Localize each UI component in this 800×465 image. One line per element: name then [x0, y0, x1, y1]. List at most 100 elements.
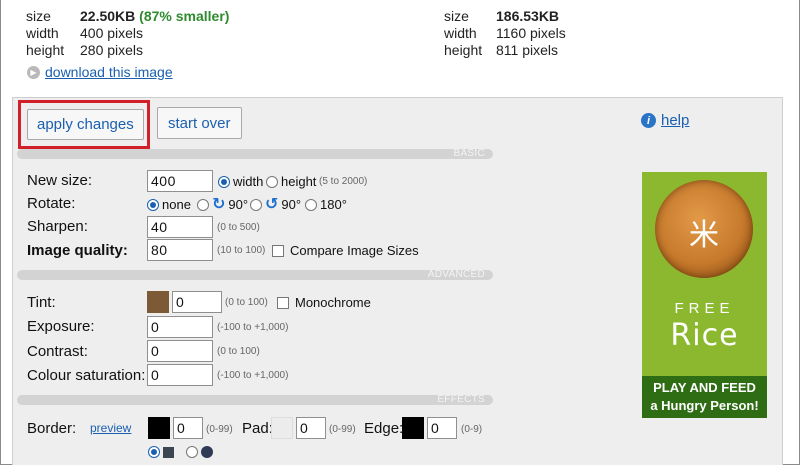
section-advanced: ADVANCED [17, 270, 493, 280]
border-label: Border: [27, 420, 77, 437]
colour-saturation-label: Colour saturation: [27, 367, 146, 384]
size-label: size [26, 8, 51, 24]
monochrome-label: Monochrome [295, 295, 371, 310]
height-radio[interactable] [266, 175, 278, 188]
rotate-90-ccw-label: 90° [281, 197, 302, 212]
height-option-label: height [281, 174, 317, 189]
pad-color-swatch[interactable] [271, 417, 293, 439]
border-width-input[interactable] [173, 417, 203, 439]
help-link-row[interactable]: i help [641, 112, 689, 129]
apply-highlight-box: apply changes [18, 100, 150, 149]
compare-sizes-option[interactable]: Compare Image Sizes [272, 243, 419, 258]
download-link[interactable]: download this image [45, 64, 173, 80]
border-range-hint: (0-99) [206, 424, 233, 435]
edge-color-swatch[interactable] [402, 417, 424, 439]
rotate-label: Rotate: [27, 195, 76, 212]
width-radio[interactable] [218, 175, 230, 188]
start-over-button[interactable]: start over [157, 107, 242, 139]
image-quality-label: Image quality: [27, 242, 128, 259]
sharpen-range-hint: (0 to 500) [217, 222, 260, 233]
exposure-label: Exposure: [27, 318, 95, 335]
rotate-180-label: 180° [320, 197, 347, 212]
colour-saturation-input[interactable] [147, 364, 213, 386]
width-label: width [444, 25, 477, 41]
exposure-input[interactable] [147, 316, 213, 338]
ad-free-text: FREE [674, 300, 735, 317]
square-corner-icon [163, 446, 174, 458]
ad-slogan-line-1: PLAY AND FEED [653, 380, 756, 395]
apply-changes-button[interactable]: apply changes [27, 109, 144, 140]
section-basic: BASIC [17, 149, 493, 159]
contrast-input[interactable] [147, 340, 213, 362]
border-color-swatch[interactable] [148, 417, 170, 439]
compare-sizes-label: Compare Image Sizes [290, 243, 419, 258]
rotate-none-option[interactable]: none [147, 197, 191, 212]
exposure-range-hint: (-100 to +1,000) [217, 322, 289, 333]
size-range-hint: (5 to 2000) [319, 176, 368, 187]
size-reduction-note: (87% smaller) [139, 8, 230, 24]
round-corner-option[interactable] [186, 446, 213, 458]
monochrome-checkbox[interactable] [277, 296, 289, 309]
pad-range-hint: (0-99) [329, 424, 356, 435]
new-size-label: New size: [27, 172, 93, 189]
rotate-180-option[interactable]: 180° [305, 197, 347, 212]
pad-width-input[interactable] [296, 417, 326, 439]
freerice-ad[interactable]: 米 FREE Rice PLAY AND FEED a Hungry Perso… [642, 172, 767, 418]
contrast-label: Contrast: [27, 343, 88, 360]
saturation-range-hint: (-100 to +1,000) [217, 370, 289, 381]
height-value: 280 pixels [80, 42, 144, 58]
round-corner-radio[interactable] [186, 446, 198, 458]
monochrome-option[interactable]: Monochrome [277, 295, 371, 310]
width-label: width [26, 25, 59, 41]
rice-bowl-image: 米 [655, 180, 753, 278]
page: size 22.50KB (87% smaller) width 400 pixel… [0, 0, 800, 465]
rotate-clockwise-icon: ↻ [212, 195, 226, 213]
square-corner-option[interactable] [148, 446, 174, 458]
border-preview-link[interactable]: preview [90, 421, 131, 435]
info-icon: i [641, 113, 656, 128]
width-value: 1160 pixels [496, 25, 566, 41]
height-label: height [26, 42, 65, 58]
quality-range-hint: (10 to 100) [217, 245, 266, 256]
tint-input[interactable] [172, 291, 222, 313]
sharpen-label: Sharpen: [27, 218, 88, 235]
compare-sizes-checkbox[interactable] [272, 244, 284, 257]
help-link[interactable]: help [661, 112, 689, 129]
rotate-180-radio[interactable] [305, 198, 317, 211]
new-size-input[interactable] [147, 170, 213, 192]
pad-label: Pad: [242, 420, 273, 437]
sharpen-input[interactable] [147, 216, 213, 238]
size-value: 186.53KB [496, 8, 560, 24]
image-quality-input[interactable] [147, 239, 213, 261]
rotate-90-cw-option[interactable]: ↻ 90° [197, 195, 249, 213]
contrast-range-hint: (0 to 100) [217, 346, 260, 357]
rotate-none-radio[interactable] [147, 198, 159, 211]
height-value: 811 pixels [496, 42, 559, 58]
play-arrow-icon: ▶ [27, 65, 40, 79]
width-option[interactable]: width [218, 174, 263, 189]
rotate-90-ccw-radio[interactable] [250, 198, 262, 211]
section-effects: EFFECTS [17, 395, 493, 405]
rotate-90-cw-radio[interactable] [197, 198, 209, 211]
size-value: 22.50KB [80, 8, 136, 24]
round-corner-icon [201, 446, 213, 458]
rotate-counterclockwise-icon: ↺ [265, 195, 279, 213]
ad-rice-text: Rice [670, 318, 739, 353]
square-corner-radio[interactable] [148, 446, 160, 458]
edge-width-input[interactable] [427, 417, 457, 439]
result-image-info: size 22.50KB (87% smaller) width 400 pixel… [26, 8, 229, 59]
rotate-90-ccw-option[interactable]: ↺ 90° [250, 195, 302, 213]
height-option[interactable]: height [266, 174, 316, 189]
edge-range-hint: (0-9) [461, 424, 483, 435]
size-label: size [444, 8, 469, 24]
download-link-row[interactable]: ▶ download this image [27, 64, 173, 80]
width-option-label: width [233, 174, 264, 189]
edit-panel: apply changes start over i help BASIC Ne… [12, 97, 783, 465]
tint-range-hint: (0 to 100) [225, 297, 268, 308]
rotate-90-cw-label: 90° [228, 197, 249, 212]
rice-character-icon: 米 [689, 218, 719, 253]
ad-slogan-line-2: a Hungry Person! [650, 398, 759, 413]
tint-label: Tint: [27, 294, 56, 311]
tint-color-swatch[interactable] [147, 291, 169, 313]
height-label: height [444, 42, 483, 58]
